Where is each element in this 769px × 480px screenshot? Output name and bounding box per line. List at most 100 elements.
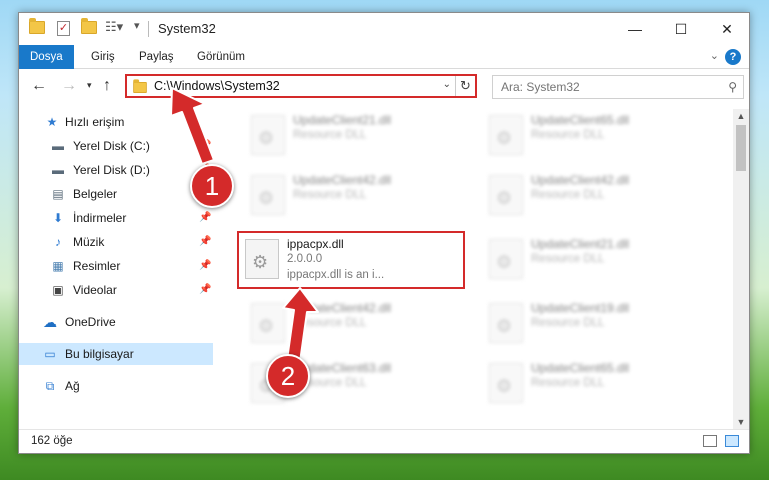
file-tile[interactable]: ⚙ UpdateClient42.dll Resource DLL bbox=[241, 169, 461, 221]
up-arrow-icon[interactable]: ↑ bbox=[103, 77, 111, 95]
help-button[interactable]: ? bbox=[725, 49, 741, 65]
file-name: UpdateClient42.dll bbox=[293, 173, 392, 187]
tab-paylas[interactable]: Paylaş bbox=[139, 45, 174, 69]
maximize-button[interactable]: ☐ bbox=[658, 13, 704, 45]
quick-access-dropdown-icon[interactable]: ▾ bbox=[134, 19, 140, 35]
search-input[interactable] bbox=[493, 76, 713, 98]
sidebar-item-music[interactable]: ♪ Müzik 📌 bbox=[19, 231, 213, 253]
sidebar-item-label: Hızlı erişim bbox=[65, 115, 125, 129]
file-tile[interactable]: ⚙ UpdateClient19.dll Resource DLL bbox=[479, 297, 699, 349]
music-icon: ♪ bbox=[55, 235, 61, 249]
file-version: 2.0.0.0 bbox=[287, 253, 323, 265]
sidebar-item-quick-access[interactable]: ★ Hızlı erişim bbox=[19, 111, 213, 133]
tiles-view-icon[interactable] bbox=[725, 435, 739, 447]
new-folder-icon[interactable] bbox=[81, 18, 97, 37]
sidebar-item-label: Yerel Disk (C:) bbox=[73, 139, 150, 153]
details-view-icon[interactable] bbox=[703, 435, 717, 447]
tab-dosya[interactable]: Dosya bbox=[19, 45, 74, 69]
status-bar: 162 öğe bbox=[19, 429, 749, 453]
sidebar-item-label: OneDrive bbox=[65, 315, 116, 329]
file-tile-ippacpx[interactable]: ⚙ ippacpx.dll 2.0.0.0 ippacpx.dll is an … bbox=[237, 231, 465, 289]
navigation-pane: ★ Hızlı erişim ▬ Yerel Disk (C:) 📌 ▬ Yer… bbox=[19, 109, 213, 429]
vertical-scrollbar[interactable]: ▲ ▼ bbox=[733, 109, 749, 429]
download-icon: ⬇ bbox=[52, 211, 64, 225]
sidebar-item-pictures[interactable]: ▦ Resimler 📌 bbox=[19, 255, 213, 277]
address-path: C:\Windows\System32 bbox=[154, 79, 280, 93]
dll-file-icon: ⚙ bbox=[489, 175, 523, 215]
address-dropdown-icon[interactable]: ⌄ bbox=[443, 79, 451, 90]
file-type: Resource DLL bbox=[293, 317, 367, 329]
dll-file-icon: ⚙ bbox=[251, 303, 285, 343]
back-arrow-icon[interactable]: ← bbox=[31, 77, 47, 95]
refresh-icon[interactable]: ↻ bbox=[455, 76, 475, 96]
cloud-icon: ☁ bbox=[43, 314, 57, 330]
file-name: UpdateClient19.dll bbox=[531, 301, 630, 315]
file-type: Resource DLL bbox=[531, 253, 605, 265]
file-name: ippacpx.dll bbox=[287, 237, 344, 251]
file-tile[interactable]: ⚙ UpdateClient42.dll Resource DLL bbox=[241, 297, 461, 349]
file-name: UpdateClient21.dll bbox=[531, 237, 630, 251]
video-icon: ▣ bbox=[52, 283, 64, 297]
ribbon-expand-icon[interactable]: ⌄ bbox=[710, 49, 719, 62]
sidebar-item-onedrive[interactable]: ☁ OneDrive bbox=[19, 311, 213, 333]
explorer-window: ✓ ☷▾ ▾ System32 — ☐ ✕ Dosya Giriş Paylaş… bbox=[18, 12, 750, 454]
pin-icon[interactable]: 📌 bbox=[199, 135, 211, 157]
properties-icon[interactable]: ✓ bbox=[57, 20, 70, 36]
dll-file-icon: ⚙ bbox=[489, 363, 523, 403]
dll-file-icon: ⚙ bbox=[489, 115, 523, 155]
sidebar-item-label: Müzik bbox=[73, 235, 105, 249]
file-tile[interactable]: ⚙ UpdateClient65.dll Resource DLL bbox=[479, 109, 699, 161]
title-bar: ✓ ☷▾ ▾ System32 — ☐ ✕ bbox=[19, 13, 749, 45]
tab-giris[interactable]: Giriş bbox=[91, 45, 115, 69]
pin-icon[interactable]: 📌 bbox=[199, 279, 211, 301]
pin-icon[interactable]: 📌 bbox=[199, 231, 211, 253]
tab-gorunum[interactable]: Görünüm bbox=[197, 45, 245, 69]
sidebar-item-disk-d[interactable]: ▬ Yerel Disk (D:) 📌 bbox=[19, 159, 213, 181]
scroll-up-icon[interactable]: ▲ bbox=[733, 111, 749, 121]
forward-arrow-icon[interactable]: → bbox=[61, 77, 77, 95]
sidebar-item-videos[interactable]: ▣ Videolar 📌 bbox=[19, 279, 213, 301]
documents-icon: ▤ bbox=[52, 187, 64, 201]
scroll-thumb[interactable] bbox=[736, 125, 746, 171]
minimize-button[interactable]: — bbox=[612, 13, 658, 45]
scroll-down-icon[interactable]: ▼ bbox=[733, 417, 749, 427]
sidebar-item-this-pc[interactable]: ▭ Bu bilgisayar bbox=[19, 343, 213, 365]
pin-icon[interactable]: 📌 bbox=[199, 207, 211, 229]
file-type: Resource DLL bbox=[531, 317, 605, 329]
file-tile[interactable]: ⚙ UpdateClient21.dll Resource DLL bbox=[479, 233, 699, 285]
file-tile[interactable]: ⚙ UpdateClient65.dll Resource DLL bbox=[479, 357, 699, 409]
sidebar-item-label: Ağ bbox=[65, 379, 80, 393]
sidebar-item-downloads[interactable]: ⬇ İndirmeler 📌 bbox=[19, 207, 213, 229]
file-tile[interactable]: ⚙ UpdateClient21.dll Resource DLL bbox=[241, 109, 461, 161]
sidebar-item-label: Resimler bbox=[73, 259, 121, 273]
file-description: ippacpx.dll is an i... bbox=[287, 269, 385, 281]
sidebar-item-label: İndirmeler bbox=[73, 211, 127, 225]
star-icon: ★ bbox=[46, 115, 58, 129]
sidebar-item-label: Videolar bbox=[73, 283, 117, 297]
sidebar-item-label: Belgeler bbox=[73, 187, 118, 201]
dll-file-icon: ⚙ bbox=[251, 175, 285, 215]
search-box[interactable]: ⚲ bbox=[492, 75, 744, 99]
file-type: Resource DLL bbox=[531, 189, 605, 201]
customize-toolbar-icon[interactable]: ☷▾ bbox=[105, 19, 123, 35]
callout-step-2: 2 bbox=[266, 354, 310, 398]
sidebar-item-disk-c[interactable]: ▬ Yerel Disk (C:) 📌 bbox=[19, 135, 213, 157]
network-icon: ⧉ bbox=[45, 379, 55, 393]
sidebar-item-label: Bu bilgisayar bbox=[65, 347, 134, 361]
drive-icon: ▬ bbox=[52, 163, 64, 177]
file-type: Resource DLL bbox=[293, 189, 367, 201]
window-title: System32 bbox=[158, 21, 216, 36]
dll-file-icon: ⚙ bbox=[489, 239, 523, 279]
sidebar-item-network[interactable]: ⧉ Ağ bbox=[19, 375, 213, 397]
file-name: UpdateClient21.dll bbox=[293, 113, 392, 127]
navigation-bar: ← → ▾ ↑ C:\Windows\System32 ⌄ ↻ ⚲ bbox=[19, 70, 749, 104]
pin-icon[interactable]: 📌 bbox=[199, 255, 211, 277]
close-button[interactable]: ✕ bbox=[704, 13, 750, 45]
address-bar[interactable]: C:\Windows\System32 ⌄ ↻ bbox=[125, 74, 477, 98]
dll-file-icon: ⚙ bbox=[489, 303, 523, 343]
file-tile[interactable]: ⚙ UpdateClient42.dll Resource DLL bbox=[479, 169, 699, 221]
sidebar-item-documents[interactable]: ▤ Belgeler 📌 bbox=[19, 183, 213, 205]
file-name: UpdateClient42.dll bbox=[293, 301, 392, 315]
dll-file-icon: ⚙ bbox=[245, 239, 279, 279]
recent-locations-icon[interactable]: ▾ bbox=[87, 80, 92, 91]
